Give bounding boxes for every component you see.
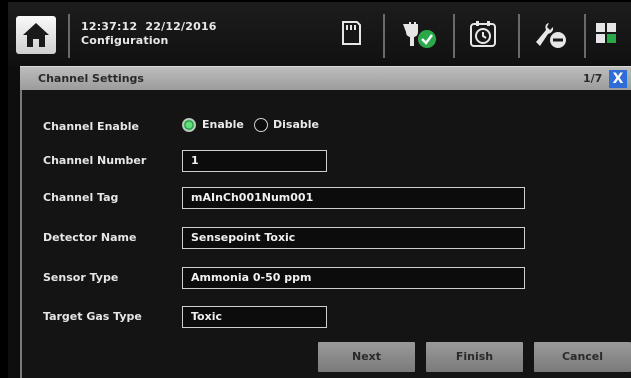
separator: [518, 14, 520, 58]
wrench-tool-icon[interactable]: [532, 20, 568, 50]
top-bar: 12:37:12 22/12/2016 Configuration: [8, 2, 631, 66]
detector-name-field[interactable]: Sensepoint Toxic: [182, 227, 525, 249]
target-gas-type-label: Target Gas Type: [43, 310, 142, 323]
home-button[interactable]: [16, 16, 56, 54]
sensor-type-label: Sensor Type: [43, 271, 119, 284]
target-gas-type-field[interactable]: Toxic: [182, 306, 327, 328]
disable-option-label[interactable]: Disable: [273, 118, 319, 131]
app-window: 12:37:12 22/12/2016 Configuration Channe…: [8, 2, 631, 378]
sd-card-icon[interactable]: [338, 20, 364, 46]
separator: [68, 14, 70, 58]
sensor-type-field[interactable]: Ammonia 0-50 ppm: [182, 267, 525, 289]
next-button[interactable]: Next: [318, 342, 415, 372]
cancel-button[interactable]: Cancel: [534, 342, 631, 372]
grid-settings-icon[interactable]: [594, 20, 620, 48]
panel-header: Channel Settings 1/7 X: [20, 66, 631, 91]
time-text: 12:37:12: [81, 20, 138, 33]
enable-radio[interactable]: [182, 118, 196, 132]
screen-subtitle: Configuration: [81, 34, 169, 47]
alarm-clock-icon[interactable]: [468, 20, 498, 50]
separator: [453, 14, 455, 58]
page-indicator: 1/7: [583, 72, 603, 85]
channel-settings-form: Channel Enable Enable Disable Channel Nu…: [22, 90, 631, 378]
channel-number-field[interactable]: 1: [182, 150, 327, 172]
close-button[interactable]: X: [609, 70, 627, 88]
close-icon: X: [612, 71, 624, 87]
channel-enable-label: Channel Enable: [43, 120, 139, 133]
date-text: 22/12/2016: [145, 20, 217, 33]
separator: [584, 14, 586, 58]
panel-title: Channel Settings: [38, 72, 144, 85]
status-clock: 12:37:12 22/12/2016 Configuration: [81, 20, 217, 48]
finish-button[interactable]: Finish: [426, 342, 523, 372]
home-icon: [23, 23, 49, 47]
detector-name-label: Detector Name: [43, 231, 137, 244]
enable-option-label[interactable]: Enable: [202, 118, 244, 131]
separator: [383, 14, 385, 58]
channel-number-label: Channel Number: [43, 154, 147, 167]
channel-tag-field[interactable]: mAInCh001Num001: [182, 187, 525, 209]
power-plug-ok-icon[interactable]: [400, 20, 438, 50]
disable-radio[interactable]: [254, 118, 268, 132]
channel-tag-label: Channel Tag: [43, 191, 119, 204]
